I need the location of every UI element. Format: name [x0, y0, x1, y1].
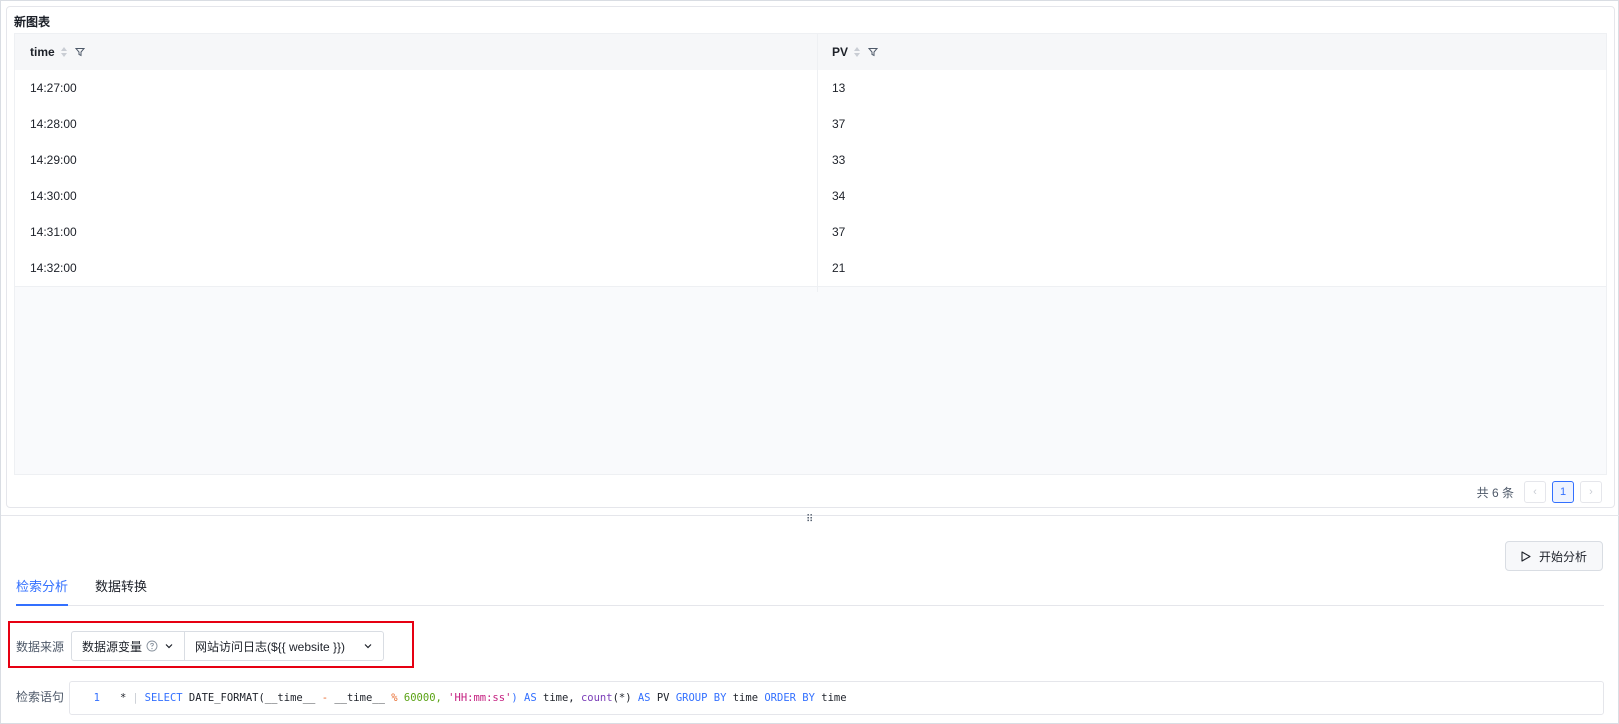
table-cell-time: 14:32:00 — [30, 261, 77, 275]
table-cell-time: 14:29:00 — [30, 153, 77, 167]
table-cell-pv: 34 — [832, 189, 846, 203]
column-header-time[interactable]: time — [30, 34, 85, 70]
table-cell-pv: 37 — [832, 225, 846, 239]
query-token: SELECT — [144, 692, 183, 704]
sort-icon[interactable] — [854, 47, 861, 57]
table-cell-pv: 13 — [832, 81, 846, 95]
table-header: time PV — [15, 34, 1606, 71]
datasource-source-value: 网站访问日志(${{ website }}) — [195, 639, 346, 654]
table-cell-pv: 21 — [832, 261, 846, 275]
table-row: 14:28:00 37 — [15, 106, 1606, 143]
query-token: 'HH:mm:ss' — [448, 692, 512, 704]
page-button-1[interactable]: 1 — [1552, 481, 1574, 503]
chart-panel: 新图表 time PV 14:27:00 13 14:28:00 37 14:2… — [6, 6, 1615, 508]
table-cell-time: 14:30:00 — [30, 189, 77, 203]
column-divider — [817, 34, 818, 292]
app-frame: 新图表 time PV 14:27:00 13 14:28:00 37 14:2… — [0, 0, 1619, 724]
drag-handle-icon[interactable]: ⠿ — [806, 514, 813, 525]
query-label: 检索语句 — [16, 690, 65, 704]
query-token: 60000, — [403, 692, 442, 704]
column-label-time: time — [30, 45, 55, 59]
table-cell-time: 14:31:00 — [30, 225, 77, 239]
query-token: ) AS — [511, 692, 537, 704]
query-token: time — [821, 692, 847, 704]
tab-search-analysis[interactable]: 检索分析 — [16, 577, 69, 606]
column-header-pv[interactable]: PV — [832, 34, 879, 70]
filter-icon[interactable] — [74, 47, 85, 57]
query-token: * — [120, 692, 127, 704]
data-table: time PV 14:27:00 13 14:28:00 37 14:29:00… — [14, 33, 1607, 475]
query-token: DATE_FORMAT(__time__ — [188, 692, 316, 704]
query-token: GROUP BY — [675, 692, 727, 704]
chevron-down-icon — [165, 644, 173, 649]
query-token: - — [321, 692, 329, 704]
query-editor[interactable]: 1 * | SELECT DATE_FORMAT(__time__ - __ti… — [69, 681, 1604, 715]
pagination-total: 共 6 条 — [1476, 485, 1514, 500]
query-token: time, — [543, 692, 575, 704]
filter-icon[interactable] — [868, 47, 879, 57]
table-row: 14:32:00 21 — [15, 250, 1606, 287]
prev-page-button[interactable]: ‹ — [1524, 481, 1546, 503]
chart-title: 新图表 — [14, 15, 51, 29]
datasource-type-value: 数据源变量 — [82, 639, 143, 654]
table-cell-pv: 33 — [832, 153, 846, 167]
chevron-down-icon — [364, 644, 372, 649]
datasource-select-group: 数据源变量 网站访问日志(${{ website }}) — [71, 631, 384, 661]
tab-data-transform[interactable]: 数据转换 — [95, 577, 147, 604]
datasource-type-select[interactable]: 数据源变量 — [72, 632, 185, 660]
start-analysis-label: 开始分析 — [1538, 549, 1587, 564]
query-token: __time__ — [334, 692, 385, 704]
query-token: time — [732, 692, 759, 704]
query-token: (*) — [612, 692, 632, 704]
start-analysis-button[interactable]: 开始分析 — [1505, 541, 1603, 571]
table-row: 14:27:00 13 — [15, 70, 1606, 107]
query-token: | — [132, 692, 139, 704]
column-label-pv: PV — [832, 45, 849, 59]
table-row: 14:31:00 37 — [15, 214, 1606, 251]
pagination: 共 6 条 ‹ 1 › — [1477, 481, 1602, 503]
help-icon[interactable] — [146, 640, 158, 652]
next-page-button[interactable]: › — [1580, 481, 1602, 503]
play-icon — [1521, 550, 1531, 562]
tab-bar: 检索分析 数据转换 — [16, 577, 1604, 606]
sort-icon[interactable] — [60, 47, 67, 57]
line-number: 1 — [93, 692, 100, 704]
query-token: count — [580, 692, 613, 704]
table-row: 14:30:00 34 — [15, 178, 1606, 215]
datasource-label: 数据来源 — [16, 640, 65, 654]
query-token: % — [391, 692, 398, 704]
query-token: PV — [656, 692, 670, 704]
table-cell-time: 14:28:00 — [30, 117, 77, 131]
table-cell-time: 14:27:00 — [30, 81, 77, 95]
table-cell-pv: 37 — [832, 117, 846, 131]
table-row: 14:29:00 33 — [15, 142, 1606, 179]
datasource-source-select[interactable]: 网站访问日志(${{ website }}) — [185, 632, 383, 660]
query-token: ORDER BY — [764, 692, 815, 704]
query-token: AS — [637, 692, 651, 704]
